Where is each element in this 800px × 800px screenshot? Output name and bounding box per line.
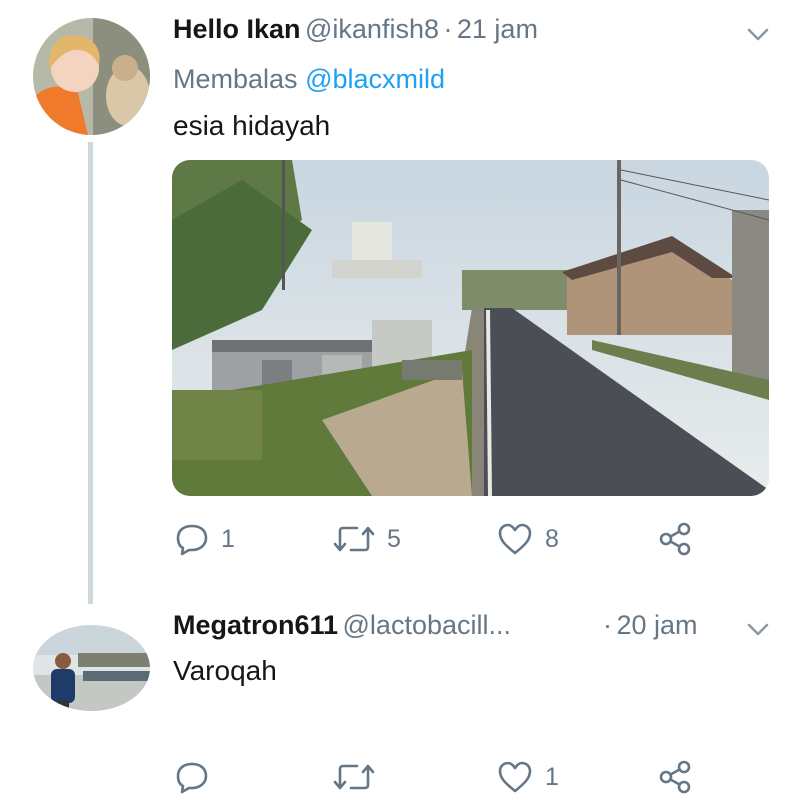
reply-icon xyxy=(176,524,208,556)
reply-count: 1 xyxy=(221,524,235,553)
separator-dot: · xyxy=(443,14,453,44)
avatar-megatron611[interactable] xyxy=(33,625,150,711)
chevron-down-icon[interactable] xyxy=(747,28,769,42)
retweet-button[interactable]: 5 xyxy=(333,522,401,556)
like-button[interactable]: 8 xyxy=(497,522,559,556)
retweet-button[interactable] xyxy=(333,760,387,794)
like-icon xyxy=(498,761,532,793)
retweet-icon xyxy=(333,526,375,552)
retweet-icon xyxy=(333,764,375,790)
reply-icon xyxy=(176,762,208,794)
retweet-count: 5 xyxy=(387,524,401,553)
replying-to-label: Membalas xyxy=(173,64,298,94)
street-photo-image xyxy=(172,160,769,496)
tweet2-time: · 20 jam xyxy=(603,610,698,641)
share-button[interactable] xyxy=(658,522,692,556)
share-icon xyxy=(659,760,691,794)
thread-line xyxy=(88,142,93,604)
tweet2-header: Megatron611 @lactobacill... xyxy=(173,610,511,641)
like-icon xyxy=(498,523,532,555)
user-handle[interactable]: @ikanfish8 xyxy=(305,14,439,44)
like-button[interactable]: 1 xyxy=(497,760,559,794)
reply-mention-link[interactable]: @blacxmild xyxy=(305,64,445,94)
tweet-text: esia hidayah xyxy=(173,110,331,141)
tweet-text: Varoqah xyxy=(173,655,277,686)
avatar-image xyxy=(33,18,150,135)
separator-dot: · xyxy=(603,610,612,640)
avatar-image xyxy=(33,625,150,711)
reply-button[interactable]: 1 xyxy=(175,522,235,556)
share-button[interactable] xyxy=(658,760,692,794)
timestamp[interactable]: 21 jam xyxy=(457,14,538,44)
share-icon xyxy=(659,522,691,556)
display-name[interactable]: Megatron611 xyxy=(173,610,338,640)
reply-button[interactable] xyxy=(175,760,221,794)
user-handle[interactable]: @lactobacill... xyxy=(343,610,511,640)
replying-to: Membalas @blacxmild xyxy=(173,64,445,95)
like-count: 8 xyxy=(545,524,559,553)
avatar-hello-ikan[interactable] xyxy=(33,18,150,135)
tweet-photo[interactable] xyxy=(172,160,769,496)
chevron-down-icon[interactable] xyxy=(747,623,769,637)
like-count: 1 xyxy=(545,762,559,791)
tweet1-header: Hello Ikan @ikanfish8 · 21 jam xyxy=(173,14,538,45)
timestamp[interactable]: 20 jam xyxy=(616,610,697,640)
display-name[interactable]: Hello Ikan xyxy=(173,14,301,44)
